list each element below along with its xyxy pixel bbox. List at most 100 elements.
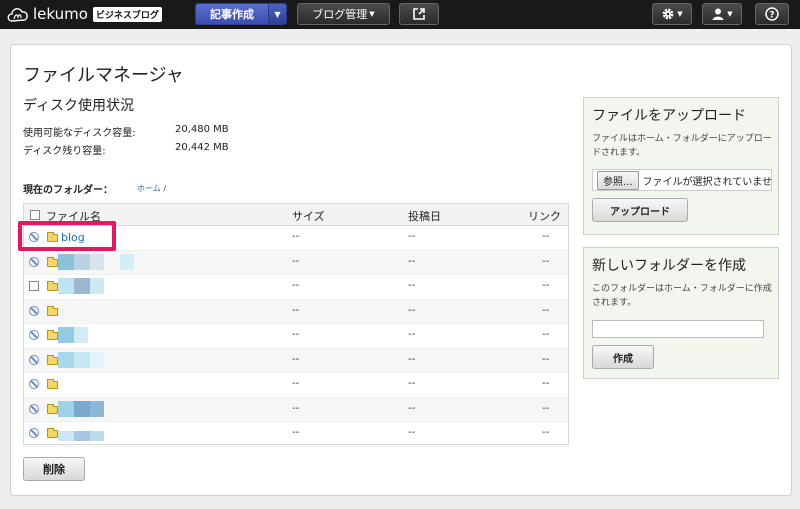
create-folder-box: 新しいフォルダーを作成 このフォルダーはホーム・フォルダーに作成されます。 作成 xyxy=(583,247,779,379)
size-cell: -- xyxy=(292,329,300,340)
logo-text: lekumo xyxy=(33,5,88,23)
caret-down-icon: ▼ xyxy=(727,10,733,18)
redacted-name xyxy=(74,400,90,417)
blog-manage-label: ブログ管理 xyxy=(312,8,368,21)
external-link-icon xyxy=(413,8,425,20)
size-cell: -- xyxy=(292,304,300,316)
breadcrumb: ホーム / xyxy=(137,183,166,194)
breadcrumb-separator: / xyxy=(163,184,167,193)
redacted-name[interactable] xyxy=(58,400,74,417)
lekumo-logo[interactable]: lekumo ビジネスブログ xyxy=(6,3,162,25)
upload-title: ファイルをアップロード xyxy=(592,108,746,124)
browse-button[interactable]: 参照... xyxy=(597,170,639,190)
delete-button[interactable]: 削除 xyxy=(23,457,85,481)
redacted-name xyxy=(74,351,90,368)
not-deletable-icon xyxy=(29,256,39,267)
user-icon xyxy=(712,8,724,20)
caret-down-icon: ▼ xyxy=(274,9,281,19)
breadcrumb-home-link[interactable]: ホーム xyxy=(137,184,161,193)
folder-icon xyxy=(47,379,58,389)
table-row: -- -- -- xyxy=(24,397,568,422)
redacted-name xyxy=(90,253,104,270)
table-row: -- -- -- xyxy=(24,422,568,447)
not-deletable-icon xyxy=(29,330,39,340)
blog-folder-highlight xyxy=(18,221,116,251)
date-cell: -- xyxy=(408,427,416,438)
link-cell: -- xyxy=(542,280,550,291)
folder-icon xyxy=(47,428,58,438)
folder-icon xyxy=(47,330,58,340)
size-cell: -- xyxy=(292,231,300,242)
date-cell: -- xyxy=(408,329,416,340)
logo-badge: ビジネスブログ xyxy=(92,6,162,22)
caret-down-icon: ▼ xyxy=(677,10,683,18)
help-button[interactable]: ? xyxy=(755,3,789,25)
not-deletable-icon xyxy=(29,379,39,389)
blog-manage-menu-button[interactable]: ブログ管理 ▼ xyxy=(297,3,390,25)
redacted-name[interactable] xyxy=(58,431,74,441)
select-all-checkbox[interactable] xyxy=(30,210,40,220)
folder-icon xyxy=(47,403,58,414)
row-checkbox[interactable] xyxy=(29,281,39,291)
disk-usage-title: ディスク使用状況 xyxy=(23,98,135,114)
date-cell: -- xyxy=(408,255,416,267)
folder-icon xyxy=(47,281,58,291)
date-cell: -- xyxy=(408,353,416,365)
redacted-name[interactable] xyxy=(58,253,74,270)
post-article-button[interactable]: 記事作成 xyxy=(196,4,268,24)
redacted-name xyxy=(90,278,104,294)
redacted-name xyxy=(74,431,90,441)
link-cell: -- xyxy=(542,255,550,267)
gear-icon xyxy=(662,8,674,20)
size-cell: -- xyxy=(292,378,300,389)
file-status-text: ファイルが選択されていませ xyxy=(642,176,772,188)
date-cell: -- xyxy=(408,402,416,414)
settings-menu-button[interactable]: ▼ xyxy=(652,3,692,25)
redacted-name xyxy=(74,253,90,270)
link-cell: -- xyxy=(542,231,550,242)
post-article-button-group: 記事作成 ▼ xyxy=(195,3,287,25)
redacted-name[interactable] xyxy=(58,327,74,343)
column-header-link: リンク xyxy=(528,210,561,223)
not-deletable-icon xyxy=(29,305,39,316)
column-header-date[interactable]: 投稿日 xyxy=(408,208,441,224)
caret-down-icon: ▼ xyxy=(369,10,375,18)
create-folder-title: 新しいフォルダーを作成 xyxy=(592,258,746,274)
top-navigation-bar: lekumo ビジネスブログ 記事作成 ▼ ブログ管理 ▼ ▼ ▼ ? xyxy=(0,0,800,29)
redacted-name[interactable] xyxy=(58,278,74,294)
not-deletable-icon xyxy=(29,403,39,414)
file-manager-panel: ファイルマネージャ ディスク使用状況 使用可能なディスク容量: 20,480 M… xyxy=(10,44,792,496)
redacted-name xyxy=(120,253,134,270)
cloud-logo-icon xyxy=(7,8,28,22)
user-menu-button[interactable]: ▼ xyxy=(702,3,742,25)
redacted-name xyxy=(74,327,88,343)
link-cell: -- xyxy=(542,329,550,340)
help-icon: ? xyxy=(765,7,779,21)
redacted-name xyxy=(90,400,104,417)
date-cell: -- xyxy=(408,231,416,242)
upload-button[interactable]: アップロード xyxy=(592,198,688,222)
create-folder-button[interactable]: 作成 xyxy=(592,345,654,369)
page-title: ファイルマネージャ xyxy=(23,65,184,86)
link-cell: -- xyxy=(542,353,550,365)
table-row: -- -- -- xyxy=(24,324,568,349)
size-cell: -- xyxy=(292,353,300,365)
folder-name-input[interactable] xyxy=(592,320,764,338)
disk-available-label: 使用可能なディスク容量: xyxy=(23,128,136,139)
size-cell: -- xyxy=(292,402,300,414)
svg-text:?: ? xyxy=(769,11,774,21)
table-row: -- -- -- xyxy=(24,373,568,398)
current-folder-label: 現在のフォルダー： xyxy=(23,185,113,196)
link-cell: -- xyxy=(542,304,550,316)
file-chooser[interactable]: 参照... ファイルが選択されていませ xyxy=(592,169,772,191)
post-article-dropdown-button[interactable]: ▼ xyxy=(268,4,286,24)
date-cell: -- xyxy=(408,378,416,389)
redacted-name xyxy=(90,431,104,441)
view-site-button[interactable] xyxy=(399,3,439,25)
column-header-size[interactable]: サイズ xyxy=(292,208,325,224)
redacted-name[interactable] xyxy=(58,351,74,368)
folder-icon xyxy=(47,354,58,365)
size-cell: -- xyxy=(292,280,300,291)
create-folder-description: このフォルダーはホーム・フォルダーに作成されます。 xyxy=(592,284,772,308)
not-deletable-icon xyxy=(29,428,39,438)
